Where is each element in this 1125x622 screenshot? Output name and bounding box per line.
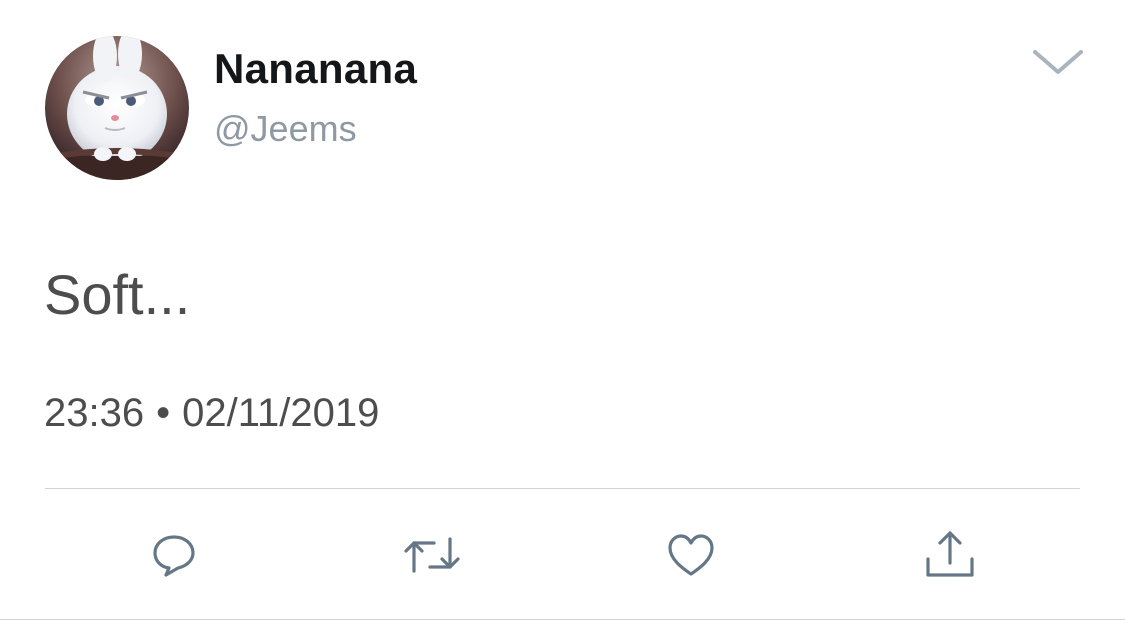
tweet-text: Soft... (44, 263, 191, 326)
display-name[interactable]: Nananana (214, 44, 417, 94)
share-button[interactable] (918, 525, 982, 585)
divider (45, 488, 1080, 489)
avatar[interactable] (45, 36, 189, 180)
user-handle[interactable]: @Jeems (214, 107, 357, 151)
retweet-button[interactable] (400, 525, 464, 585)
share-icon (922, 529, 978, 581)
tweet-date: 02/11/2019 (182, 391, 380, 435)
bottom-divider (0, 619, 1125, 620)
like-button[interactable] (659, 525, 723, 585)
reply-button[interactable] (142, 525, 206, 585)
chevron-down-icon[interactable] (1030, 44, 1086, 80)
tweet-time: 23:36 (44, 391, 145, 435)
timestamp-separator: • (156, 391, 171, 435)
tweet-card: Nananana @Jeems Soft... 23:36 • 02/11/2019 (0, 0, 1125, 622)
reply-icon (150, 531, 198, 579)
heart-icon (665, 531, 717, 579)
retweet-icon (400, 531, 464, 579)
tweet-timestamp: 23:36 • 02/11/2019 (44, 388, 379, 438)
